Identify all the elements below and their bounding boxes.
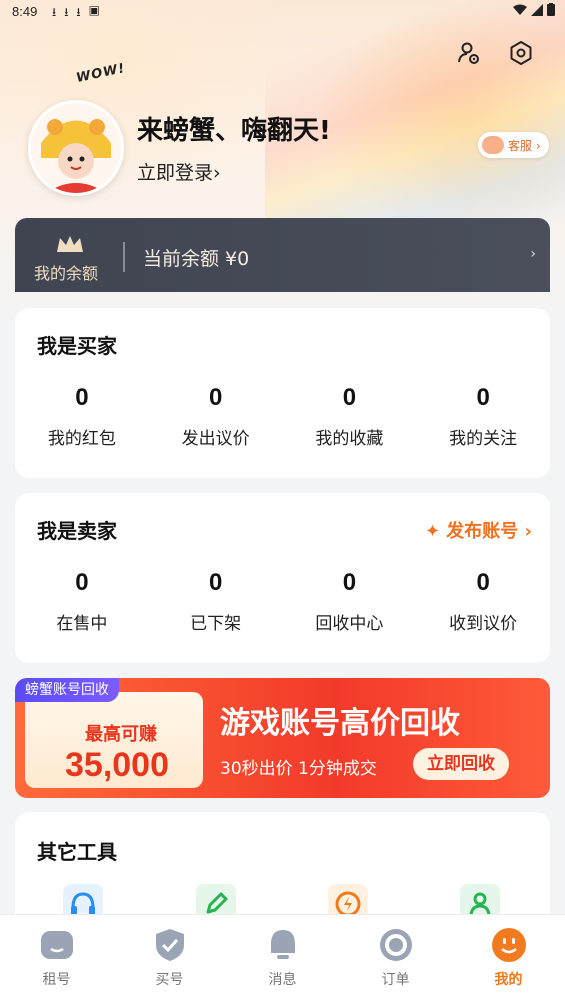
tab-label: 消息 — [268, 972, 297, 988]
promo-amount: 35,000 — [65, 746, 169, 784]
buyer-section-title: 我是买家 — [37, 334, 117, 358]
status-system-icons — [513, 3, 555, 16]
bottom-tab-bar: 租号 买号 消息 订单 我的 — [0, 914, 565, 1004]
smile-icon — [491, 927, 527, 963]
balance-title: 我的余额 — [34, 264, 99, 283]
seller-stats: 0 在售中 0 已下架 0 回收中心 0 收到议价 — [15, 569, 550, 634]
stat-label: 我的关注 — [449, 429, 518, 449]
stat-recycle-center[interactable]: 0 回收中心 — [283, 569, 417, 634]
status-notification-icons: ⭳ ⭳ ⭳ ▣ — [52, 3, 100, 24]
buyer-section: 我是买家 0 我的红包 0 发出议价 0 我的收藏 0 我的关注 — [15, 308, 550, 478]
stat-label: 我的收藏 — [315, 429, 384, 449]
tab-label: 订单 — [381, 972, 410, 988]
recycle-now-button[interactable]: 立即回收 — [413, 748, 509, 780]
avatar[interactable] — [28, 100, 124, 196]
download-icon: ⭳ — [64, 5, 69, 19]
shield-check-icon — [152, 927, 188, 963]
promo-subtext: 30秒出价 1分钟成交 — [220, 759, 377, 779]
order-ring-icon — [378, 927, 414, 963]
balance-amount: 当前余额 ¥0 — [143, 248, 250, 270]
tab-label: 租号 — [42, 972, 71, 988]
stat-label: 收到议价 — [449, 614, 518, 634]
account-settings-icon[interactable] — [456, 40, 482, 66]
customer-service-button[interactable]: 客服 › — [478, 132, 549, 158]
balance-card[interactable]: 我的余额 当前余额 ¥0 › — [15, 218, 550, 292]
stat-value: 0 — [208, 569, 223, 596]
crown-icon — [57, 236, 83, 252]
stat-offers-received[interactable]: 0 收到议价 — [416, 569, 550, 634]
publish-account-link[interactable]: ✦ 发布账号 › — [425, 517, 532, 543]
stat-label: 发出议价 — [181, 429, 250, 449]
tab-orders[interactable]: 订单 — [339, 915, 452, 1004]
tab-mine[interactable]: 我的 — [452, 915, 565, 1004]
tab-rent[interactable]: 租号 — [0, 915, 113, 1004]
avatar-mascot-icon — [31, 103, 121, 193]
stat-on-sale[interactable]: 0 在售中 — [15, 569, 149, 634]
tab-label: 我的 — [494, 972, 523, 988]
stat-value: 0 — [342, 569, 357, 596]
bell-icon — [265, 927, 301, 963]
login-link[interactable]: 立即登录› — [137, 158, 221, 185]
stat-value: 0 — [342, 384, 357, 411]
seller-section-title: 我是卖家 — [37, 519, 117, 543]
stat-label: 我的红包 — [47, 429, 116, 449]
stat-label: 回收中心 — [315, 614, 384, 634]
stat-value: 0 — [476, 569, 490, 596]
stat-label: 已下架 — [190, 614, 242, 634]
tab-label: 买号 — [155, 972, 184, 988]
service-mascot-icon — [482, 136, 504, 154]
download-icon: ⭳ — [52, 5, 57, 19]
chevron-right-icon: › — [530, 246, 536, 262]
stat-value: 0 — [75, 569, 89, 596]
signal-icon — [531, 3, 543, 16]
stat-my-follows[interactable]: 0 我的关注 — [416, 384, 550, 449]
customer-service-label: 客服 › — [508, 138, 541, 153]
wifi-icon — [513, 4, 527, 15]
status-bar: 8:49 ⭳ ⭳ ⭳ ▣ — [0, 0, 565, 24]
seller-section: 我是卖家 ✦ 发布账号 › 0 在售中 0 已下架 0 回收中心 0 收到议价 — [15, 493, 550, 663]
page-headline: 来螃蟹、嗨翻天! — [137, 116, 331, 146]
app-notification-icon: ▣ — [88, 3, 100, 17]
stat-my-favorites[interactable]: 0 我的收藏 — [283, 384, 417, 449]
status-time: 8:49 — [12, 4, 38, 19]
promo-coupon: 最高可赚 35,000 — [25, 692, 203, 788]
battery-icon — [547, 3, 555, 16]
recycle-promo-banner[interactable]: 最高可赚 35,000 螃蟹账号回收 游戏账号高价回收 30秒出价 1分钟成交 … — [15, 678, 550, 798]
stat-my-red-packets[interactable]: 0 我的红包 — [15, 384, 149, 449]
stat-value: 0 — [476, 384, 490, 411]
promo-headline: 游戏账号高价回收 — [220, 706, 460, 741]
rent-icon — [39, 927, 75, 963]
stat-delisted[interactable]: 0 已下架 — [149, 569, 283, 634]
stat-value: 0 — [75, 384, 89, 411]
stat-label: 在售中 — [56, 614, 108, 634]
balance-divider — [123, 242, 125, 272]
tab-messages[interactable]: 消息 — [226, 915, 339, 1004]
tab-buy[interactable]: 买号 — [113, 915, 226, 1004]
tools-section-title: 其它工具 — [37, 840, 117, 864]
promo-max-label: 最高可赚 — [85, 724, 157, 745]
stat-offers-sent[interactable]: 0 发出议价 — [149, 384, 283, 449]
stat-value: 0 — [208, 384, 223, 411]
buyer-stats: 0 我的红包 0 发出议价 0 我的收藏 0 我的关注 — [15, 384, 550, 449]
promo-tag: 螃蟹账号回收 — [15, 678, 119, 702]
settings-icon[interactable] — [508, 40, 534, 66]
download-icon: ⭳ — [76, 5, 81, 19]
